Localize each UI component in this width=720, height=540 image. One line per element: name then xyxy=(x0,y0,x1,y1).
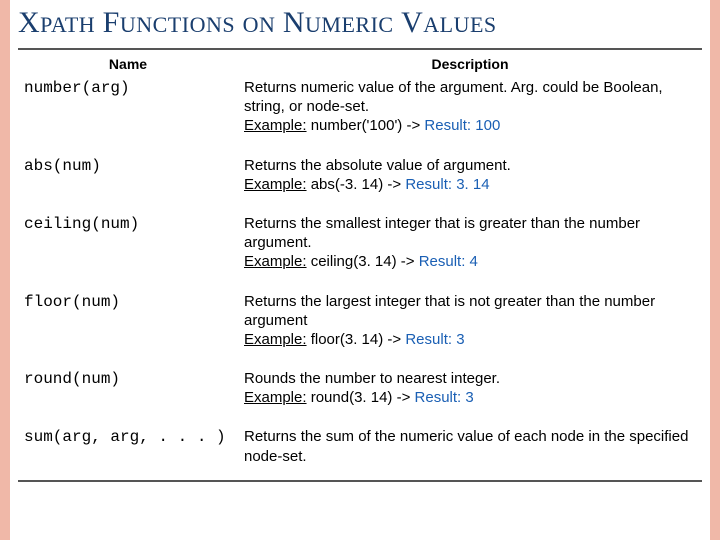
example-label: Example: xyxy=(244,176,307,193)
example-input: floor(3. 14) -> xyxy=(311,331,401,348)
example-input: ceiling(3. 14) -> xyxy=(311,253,415,270)
fn-desc: Returns the largest integer that is not … xyxy=(244,293,655,329)
table-row: ceiling(num) Returns the smallest intege… xyxy=(18,214,702,292)
example-input: number('100') -> xyxy=(311,117,421,134)
result-value: 100 xyxy=(475,117,500,134)
fn-desc: Rounds the number to nearest integer. xyxy=(244,370,500,387)
result-label: Result: xyxy=(424,117,471,134)
example-label: Example: xyxy=(244,389,307,406)
result-label: Result: xyxy=(415,389,462,406)
title-part: F xyxy=(103,6,120,39)
fn-desc-cell: Returns the largest integer that is not … xyxy=(238,292,702,370)
title-part: UMERIC xyxy=(305,12,394,37)
title-part: PATH xyxy=(40,12,95,37)
col-header-description: Description xyxy=(238,52,702,78)
fn-name: ceiling(num) xyxy=(18,214,238,292)
result-value: 3 xyxy=(465,389,473,406)
left-accent-bar xyxy=(0,0,10,540)
bottom-rule xyxy=(18,480,702,482)
table-row: number(arg) Returns numeric value of the… xyxy=(18,78,702,156)
title-part: N xyxy=(283,6,305,39)
fn-desc-cell: Rounds the number to nearest integer. Ex… xyxy=(238,369,702,427)
right-accent-bar xyxy=(710,0,720,540)
result-label: Result: xyxy=(405,176,452,193)
table-row: sum(arg, arg, . . . ) Returns the sum of… xyxy=(18,427,702,473)
functions-table: Name Description number(arg) Returns num… xyxy=(18,52,702,474)
example-label: Example: xyxy=(244,331,307,348)
result-value: 4 xyxy=(470,253,478,270)
slide-content: XPATH FUNCTIONS ON NUMERIC VALUES Name D… xyxy=(0,0,720,482)
title-underline xyxy=(18,48,702,50)
result-value: 3 xyxy=(456,331,464,348)
col-header-name: Name xyxy=(18,52,238,78)
title-part: ON xyxy=(243,12,276,37)
result-value: 3. 14 xyxy=(456,176,489,193)
fn-desc-cell: Returns numeric value of the argument. A… xyxy=(238,78,702,156)
table-row: abs(num) Returns the absolute value of a… xyxy=(18,156,702,214)
result-label: Result: xyxy=(419,253,466,270)
example-input: round(3. 14) -> xyxy=(311,389,411,406)
fn-name: floor(num) xyxy=(18,292,238,370)
table-header-row: Name Description xyxy=(18,52,702,78)
fn-desc: Returns the smallest integer that is gre… xyxy=(244,215,640,251)
title-part: ALUES xyxy=(423,12,496,37)
fn-desc: Returns the absolute value of argument. xyxy=(244,157,511,174)
table-row: round(num) Rounds the number to nearest … xyxy=(18,369,702,427)
title-part: X xyxy=(18,6,40,39)
page-title: XPATH FUNCTIONS ON NUMERIC VALUES xyxy=(18,6,702,46)
fn-desc: Returns the sum of the numeric value of … xyxy=(244,428,688,464)
fn-desc-cell: Returns the smallest integer that is gre… xyxy=(238,214,702,292)
fn-desc-cell: Returns the sum of the numeric value of … xyxy=(238,427,702,473)
fn-desc-cell: Returns the absolute value of argument. … xyxy=(238,156,702,214)
fn-desc: Returns numeric value of the argument. A… xyxy=(244,79,663,115)
result-label: Result: xyxy=(405,331,452,348)
title-part: V xyxy=(401,6,423,39)
example-label: Example: xyxy=(244,253,307,270)
fn-name: abs(num) xyxy=(18,156,238,214)
fn-name: sum(arg, arg, . . . ) xyxy=(18,427,238,473)
table-row: floor(num) Returns the largest integer t… xyxy=(18,292,702,370)
fn-name: number(arg) xyxy=(18,78,238,156)
fn-name: round(num) xyxy=(18,369,238,427)
example-input: abs(-3. 14) -> xyxy=(311,176,401,193)
title-part: UNCTIONS xyxy=(120,12,235,37)
example-label: Example: xyxy=(244,117,307,134)
